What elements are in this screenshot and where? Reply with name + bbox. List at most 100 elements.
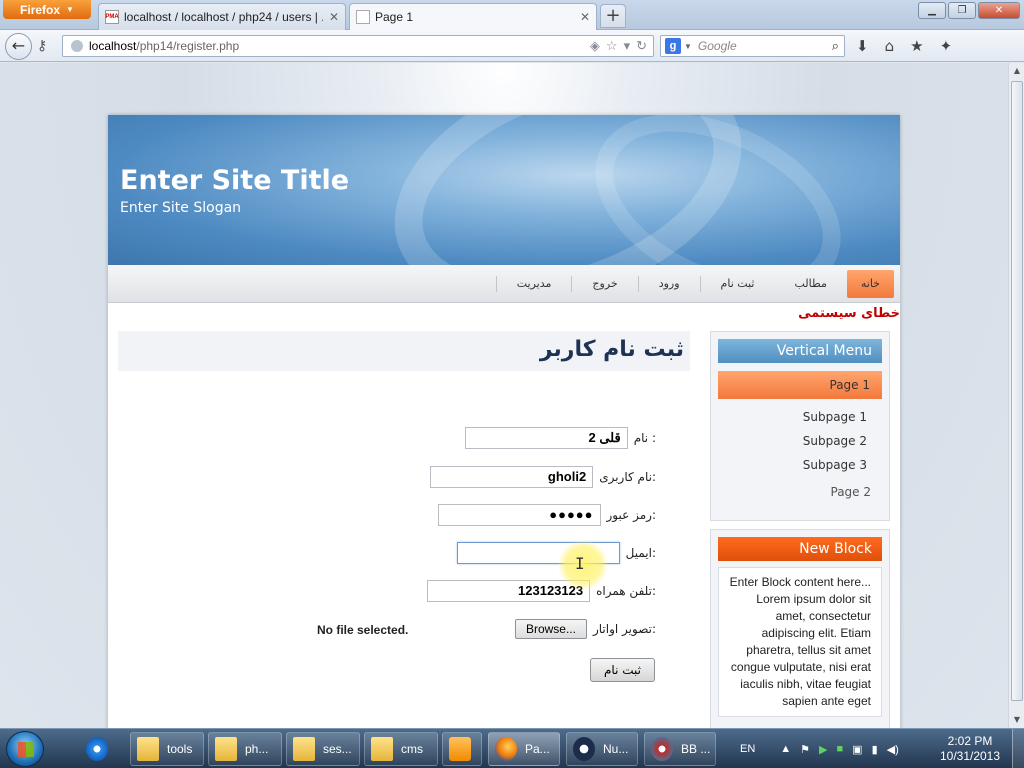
download-icon[interactable]: ⬇ [856, 37, 869, 55]
email-row: ایمیل: [456, 542, 656, 564]
home-icon[interactable]: ⌂ [885, 37, 895, 55]
phone-row: تلفن همراه: 123123123 [427, 580, 656, 602]
close-window-icon[interactable]: ✕ [978, 2, 1020, 19]
start-button[interactable] [6, 731, 44, 767]
search-bar[interactable]: g ▼ Google ⌕ [660, 35, 845, 57]
sidebar-item-subpage-2[interactable]: Subpage 2 [711, 429, 889, 453]
menu-item-articles[interactable]: مطالب [774, 276, 846, 292]
taskbar-item-tools[interactable]: tools [130, 732, 204, 766]
site-title[interactable]: Enter Site Title [120, 165, 349, 196]
tab-page-1[interactable]: Page 1 ✕ [349, 3, 597, 30]
clock[interactable]: 2:02 PM 10/31/2013 [930, 734, 1010, 764]
sidebar-item-subpage-3[interactable]: Subpage 3 [711, 453, 889, 477]
text-cursor-icon: I [575, 554, 585, 573]
tab-phpmyadmin[interactable]: PMA localhost / localhost / php24 / user… [98, 3, 346, 30]
password-field[interactable]: ●●●●● [437, 504, 601, 526]
password-label: رمز عبور: [606, 508, 656, 522]
device-icon[interactable]: ▣ [852, 743, 862, 756]
url-bar[interactable]: localhost/php14/register.php ◈ ☆ ▾ ↻ [62, 35, 654, 57]
taskbar-item-sessions[interactable]: ses... [286, 732, 360, 766]
vertical-scrollbar[interactable]: ▲ ▼ [1008, 63, 1024, 728]
username-row: نام کاربری: gholi2 [430, 466, 656, 488]
play-icon[interactable]: ▶ [819, 743, 827, 756]
new-block-title: New Block [718, 537, 882, 561]
content-header: ثبت نام کاربر [118, 331, 690, 371]
taskbar-item-nu[interactable]: Nu... [566, 732, 638, 766]
taskbar-media[interactable] [442, 732, 482, 766]
taskbar-item-php[interactable]: ph... [208, 732, 282, 766]
sidebar-item-page-2[interactable]: Page 2 [711, 477, 889, 507]
firefox-icon [495, 737, 517, 761]
scroll-up-icon[interactable]: ▲ [1009, 63, 1024, 79]
email-label: ایمیل: [625, 546, 656, 560]
site-banner: Enter Site Title Enter Site Slogan [108, 115, 900, 265]
menu-item-admin[interactable]: مدیریت [495, 276, 572, 292]
taskbar-item-cms[interactable]: cms [364, 732, 438, 766]
language-indicator[interactable]: EN [740, 743, 755, 755]
internet-explorer-icon [86, 737, 108, 761]
no-file-text: No file selected. [317, 623, 409, 637]
app-tray-icon[interactable]: ■ [837, 743, 844, 755]
name-field[interactable]: قلی 2 [464, 427, 628, 449]
globe-icon [71, 40, 83, 52]
restore-icon[interactable]: ❐ [948, 2, 976, 19]
media-player-icon [449, 737, 471, 761]
new-tab-button[interactable]: + [600, 4, 626, 28]
search-icon[interactable]: ⌕ [832, 38, 839, 54]
reload-icon[interactable]: ↻ [636, 38, 647, 54]
navigation-toolbar: ← ⚷ localhost/php14/register.php ◈ ☆ ▾ ↻… [0, 30, 1024, 62]
password-row: رمز عبور: ●●●●● [437, 504, 656, 526]
volume-icon[interactable]: ◀) [887, 743, 899, 756]
phpmyadmin-favicon-icon: PMA [105, 10, 119, 24]
blank-page-icon [356, 10, 370, 24]
search-input[interactable]: Google [698, 39, 832, 53]
key-icon[interactable]: ⚷ [37, 38, 47, 54]
register-submit-button[interactable]: ثبت نام [590, 658, 655, 682]
chevron-down-icon[interactable]: ▼ [684, 42, 692, 51]
sidebar-item-subpage-1[interactable]: Subpage 1 [711, 405, 889, 429]
folder-icon [215, 737, 237, 761]
system-error-message: خطای سیستمی [798, 306, 900, 321]
back-button[interactable]: ← [5, 33, 32, 60]
site-container: Enter Site Title Enter Site Slogan خانه … [108, 115, 900, 728]
username-field[interactable]: gholi2 [430, 466, 594, 488]
main-menu: خانه مطالب ثبت نام ورود خروج مدیریت [108, 265, 900, 303]
avatar-label: تصویر اواتار: [592, 622, 656, 636]
site-slogan: Enter Site Slogan [120, 200, 242, 216]
close-tab-icon[interactable]: ✕ [580, 10, 590, 24]
show-hidden-icons-icon[interactable]: ▲ [780, 743, 791, 755]
flag-icon[interactable]: ⚑ [800, 743, 810, 756]
addon-icon[interactable]: ✦ [940, 37, 953, 55]
show-desktop-button[interactable] [1012, 729, 1024, 768]
new-block: New Block Enter Block content here... Lo… [710, 529, 890, 728]
taskbar-item-firefox[interactable]: Pa... [488, 732, 560, 766]
network-icon[interactable]: ▮ [872, 743, 878, 756]
menu-item-home[interactable]: خانه [846, 270, 894, 298]
taskbar-item-bb[interactable]: BB ... [644, 732, 716, 766]
firefox-menu-button[interactable]: Firefox ▼ [3, 0, 91, 19]
menu-item-login[interactable]: ورود [637, 276, 700, 292]
bookmarks-icon[interactable]: ★ [910, 37, 923, 55]
page-viewport: Enter Site Title Enter Site Slogan خانه … [0, 63, 1008, 728]
windows-taskbar: tools ph... ses... cms Pa... Nu... BB ..… [0, 728, 1024, 768]
avatar-row: تصویر اواتار: Browse... [514, 619, 656, 639]
minimize-icon[interactable]: ▁ [918, 2, 946, 19]
clock-date: 10/31/2013 [939, 749, 1001, 763]
browse-button[interactable]: Browse... [514, 619, 587, 639]
bookmark-star-icon[interactable]: ☆ [606, 38, 618, 54]
google-icon[interactable]: g [665, 38, 681, 54]
folder-icon [137, 737, 159, 761]
menu-item-register[interactable]: ثبت نام [699, 276, 775, 292]
taskbar-ie[interactable] [80, 732, 124, 766]
page-title: ثبت نام کاربر [539, 337, 684, 362]
tab-bar: Firefox ▼ PMA localhost / localhost / ph… [0, 0, 1024, 30]
close-tab-icon[interactable]: ✕ [329, 10, 339, 24]
scroll-down-icon[interactable]: ▼ [1009, 712, 1024, 728]
phone-label: تلفن همراه: [596, 584, 656, 598]
clock-time: 2:02 PM [947, 734, 993, 748]
history-dropdown-icon[interactable]: ▾ [624, 38, 631, 54]
menu-item-logout[interactable]: خروج [571, 276, 637, 292]
scrollbar-thumb[interactable] [1011, 81, 1023, 701]
feed-icon[interactable]: ◈ [590, 38, 600, 54]
sidebar-item-page-1[interactable]: Page 1 [718, 371, 882, 399]
